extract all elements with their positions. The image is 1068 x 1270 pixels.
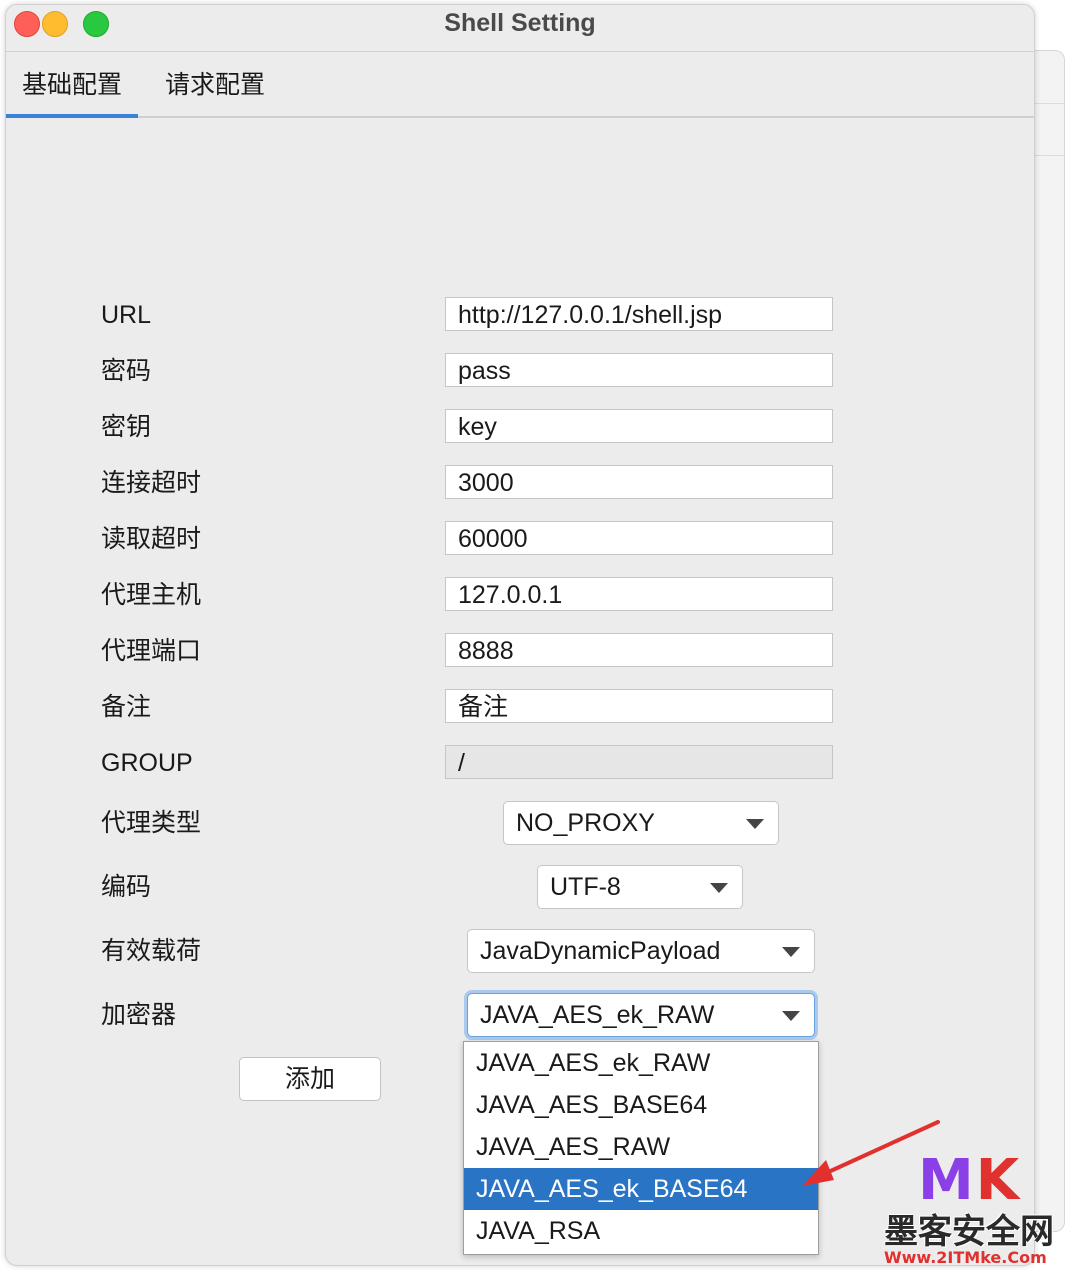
connect-timeout-field[interactable]: 3000 [445,465,833,499]
chevron-down-icon [782,947,800,957]
tab-bar: 基础配置 请求配置 [6,52,1034,118]
encoding-label: 编码 [101,873,152,901]
key-label: 密钥 [101,413,152,441]
proxy-port-field[interactable]: 8888 [445,633,833,667]
connect-timeout-label: 连接超时 [101,469,202,497]
watermark-site-name: 墨客安全网 [884,1212,1054,1252]
cryption-option-selected[interactable]: JAVA_AES_ek_BASE64 [464,1168,818,1210]
cryption-option[interactable]: JAVA_AES_BASE64 [464,1084,818,1126]
cryption-option[interactable]: JAVA_AES_ek_RAW [464,1042,818,1084]
chevron-down-icon [710,883,728,893]
encoding-select[interactable]: UTF-8 [537,865,743,909]
title-bar: Shell Setting [6,5,1034,52]
cryption-label: 加密器 [101,1001,177,1029]
proxy-port-label: 代理端口 [101,637,202,665]
shell-setting-window: Shell Setting 基础配置 请求配置 URL http://127.0… [5,4,1035,1266]
cryption-value: JAVA_AES_ek_RAW [480,1001,715,1029]
cryption-select[interactable]: JAVA_AES_ek_RAW [467,993,815,1037]
chevron-down-icon [746,819,764,829]
tab-basic-config[interactable]: 基础配置 [6,68,138,118]
url-field[interactable]: http://127.0.0.1/shell.jsp [445,297,833,331]
read-timeout-label: 读取超时 [101,525,202,553]
cryption-option[interactable]: JAVA_RSA [464,1210,818,1252]
payload-label: 有效载荷 [101,937,202,965]
group-label: GROUP [101,749,193,777]
background-window-edge [1030,50,1065,1232]
proxy-type-label: 代理类型 [101,809,202,837]
background-window-line [1030,103,1064,104]
cryption-option[interactable]: JAVA_AES_RAW [464,1126,818,1168]
tab-request-config[interactable]: 请求配置 [154,68,276,116]
group-field: / [445,745,833,779]
proxy-type-value: NO_PROXY [516,809,655,837]
password-label: 密码 [101,357,152,385]
url-label: URL [101,301,152,329]
background-window-line [1030,155,1064,156]
add-button[interactable]: 添加 [239,1057,381,1101]
payload-select[interactable]: JavaDynamicPayload [467,929,815,973]
key-field[interactable]: key [445,409,833,443]
remark-label: 备注 [101,693,152,721]
proxy-host-field[interactable]: 127.0.0.1 [445,577,833,611]
password-field[interactable]: pass [445,353,833,387]
read-timeout-field[interactable]: 60000 [445,521,833,555]
encoding-value: UTF-8 [550,873,621,901]
proxy-host-label: 代理主机 [101,581,202,609]
cryption-dropdown-list: JAVA_AES_ek_RAW JAVA_AES_BASE64 JAVA_AES… [463,1041,819,1255]
watermark-url: Www.2ITMke.Com [884,1248,1047,1267]
remark-field[interactable]: 备注 [445,689,833,723]
payload-value: JavaDynamicPayload [480,937,721,965]
window-title: Shell Setting [444,9,596,37]
proxy-type-select[interactable]: NO_PROXY [503,801,779,845]
chevron-down-icon [782,1011,800,1021]
